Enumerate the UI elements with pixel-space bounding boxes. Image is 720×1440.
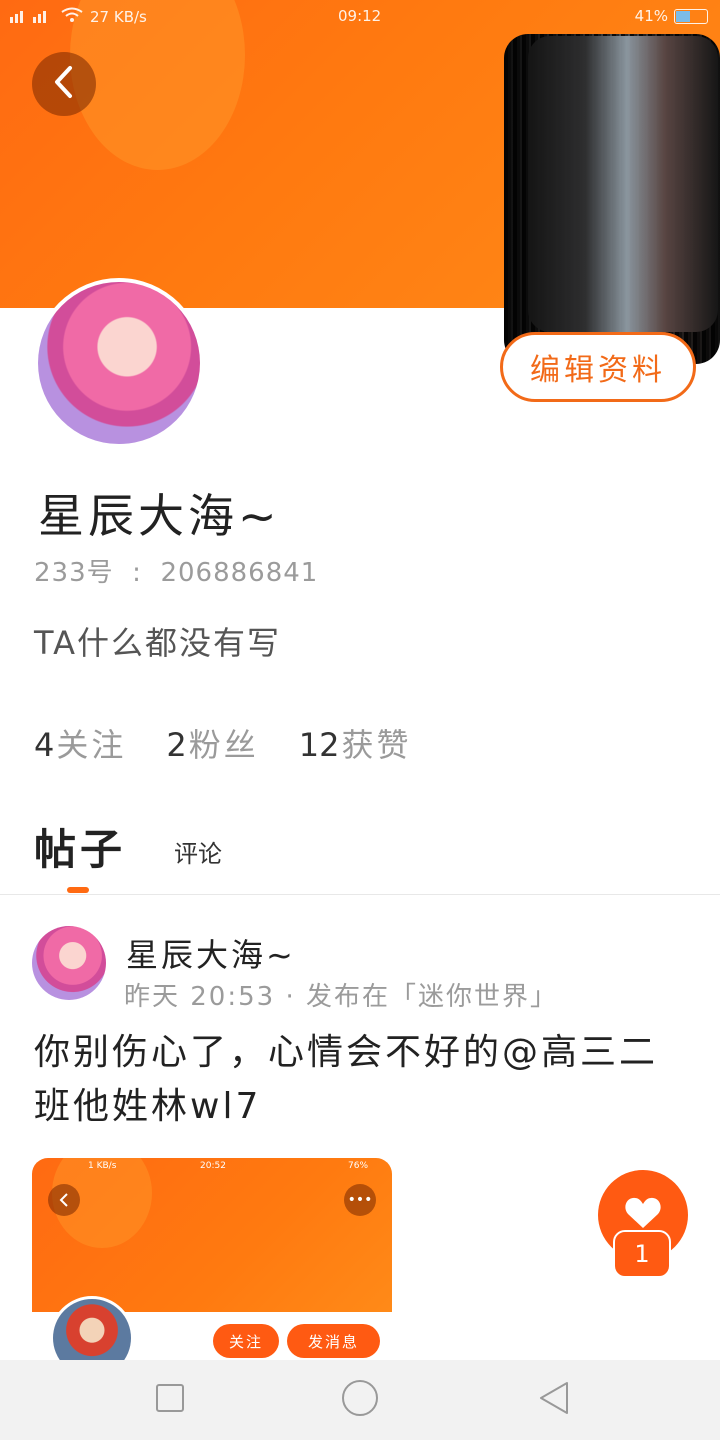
stat-number: 4 <box>34 726 55 764</box>
profile-id: 233号 : 206886841 <box>34 552 318 589</box>
profile-username: 星辰大海~ <box>38 489 281 543</box>
more-icon: ••• <box>344 1184 376 1216</box>
post-author-avatar[interactable] <box>32 926 106 1000</box>
tab-comments[interactable]: 评论 <box>174 834 222 877</box>
redacted-image <box>528 36 718 332</box>
tab-posts[interactable]: 帖子 <box>34 816 126 877</box>
square-icon <box>155 1383 185 1417</box>
chevron-left-icon <box>51 65 77 103</box>
edit-profile-button[interactable]: 编辑资料 <box>500 332 696 402</box>
recents-button[interactable] <box>150 1380 190 1420</box>
signal-icon <box>10 7 54 27</box>
triangle-back-icon <box>537 1380 571 1420</box>
network-speed: 27 KB/s <box>90 8 147 26</box>
status-left: 27 KB/s <box>10 7 147 27</box>
post-image-banner <box>32 1158 392 1312</box>
post-image-time: 20:52 <box>200 1161 226 1171</box>
battery-icon <box>674 8 708 24</box>
id-value: 206886841 <box>160 558 319 588</box>
home-button[interactable] <box>340 1380 380 1420</box>
stat-label: 粉丝 <box>188 726 259 764</box>
stat-label: 关注 <box>56 726 127 764</box>
post-image-battery: 76% <box>348 1161 369 1171</box>
back-button[interactable] <box>32 52 96 116</box>
status-bar: 27 KB/s 09:12 41% <box>0 0 720 34</box>
back-nav-button[interactable] <box>534 1380 574 1420</box>
wifi-icon <box>60 7 84 27</box>
tab-indicator <box>67 887 89 893</box>
post-meta: 昨天 20:53 · 发布在「迷你世界」 <box>124 982 558 1012</box>
profile-bio: TA什么都没有写 <box>34 624 281 662</box>
circle-icon <box>341 1379 379 1421</box>
stat-following[interactable]: 4关注 <box>34 720 126 766</box>
post-text[interactable]: 你别伤心了，心情会不好的@高三二班他姓林wl7 <box>34 1026 684 1134</box>
post-image-back-icon <box>48 1184 80 1216</box>
status-right: 41% <box>635 7 708 25</box>
post-author-name[interactable]: 星辰大海~ <box>126 930 296 976</box>
stat-likes[interactable]: 12获赞 <box>299 720 412 766</box>
profile-stats: 4关注 2粉丝 12获赞 <box>34 720 411 766</box>
divider <box>0 894 720 895</box>
stat-followers[interactable]: 2粉丝 <box>166 720 258 766</box>
status-time: 09:12 <box>338 7 382 25</box>
battery-percent: 41% <box>634 7 668 25</box>
heart-icon <box>624 1196 662 1234</box>
post-image[interactable]: 1 KB/s 20:52 76% ••• 关注 发消息 <box>32 1158 392 1360</box>
post-image-message-button: 发消息 <box>287 1324 380 1358</box>
post-image-follow-button: 关注 <box>213 1324 279 1358</box>
stat-label: 获赞 <box>341 726 412 764</box>
profile-avatar[interactable] <box>34 278 204 448</box>
stat-number: 12 <box>298 726 340 764</box>
avatar-image <box>38 282 200 444</box>
post-image-speed: 1 KB/s <box>88 1161 117 1171</box>
like-count: 1 <box>613 1230 671 1278</box>
stat-number: 2 <box>166 726 187 764</box>
system-nav-bar <box>0 1360 720 1440</box>
id-separator: : <box>122 558 152 588</box>
id-label: 233号 <box>34 558 114 588</box>
content-tabs: 帖子 评论 <box>34 816 222 877</box>
